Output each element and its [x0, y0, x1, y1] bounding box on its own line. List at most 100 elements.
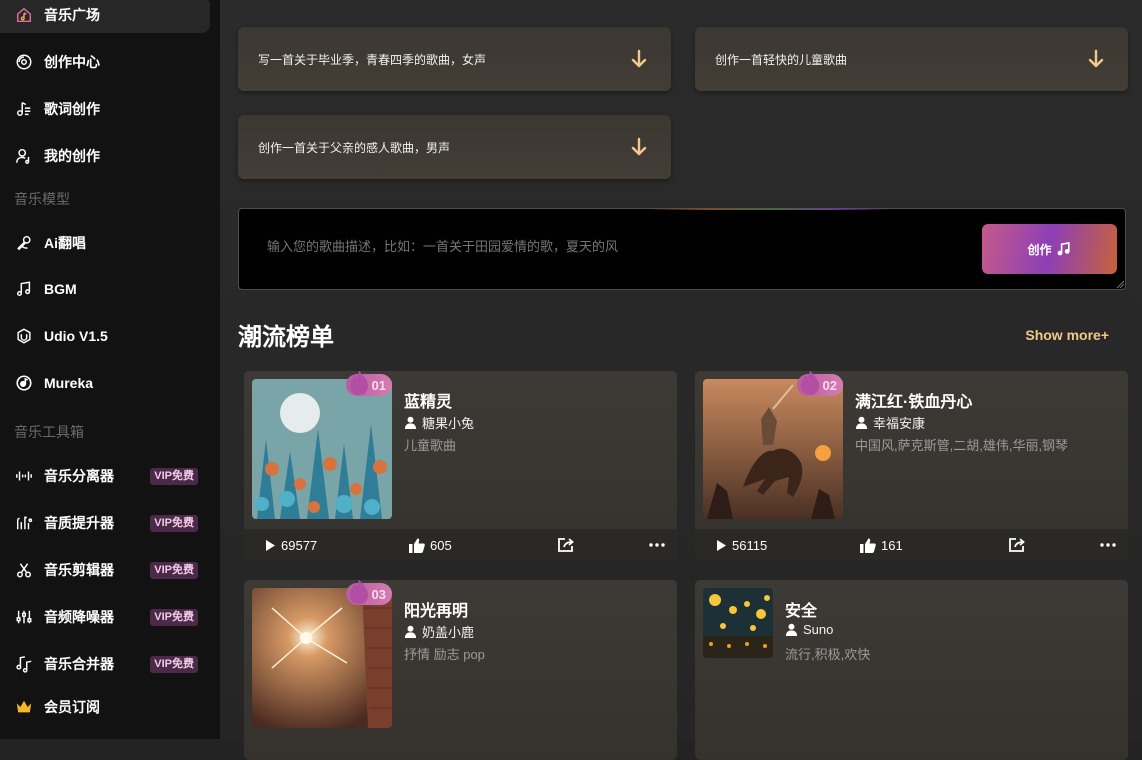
song-tags: 抒情 励志 pop — [404, 647, 485, 662]
rank-badge: 02 — [797, 371, 843, 396]
sidebar-item-label: 音乐分离器 — [44, 468, 114, 484]
author-name: 奶盖小鹿 — [422, 625, 475, 640]
more-icon — [1100, 543, 1116, 547]
sidebar: 音乐广场 创作中心 歌词创作 我的创作 音乐模型 Ai翻唱 BGM Udio V… — [0, 0, 220, 739]
author-name: 糖果小兔 — [422, 416, 475, 431]
equalizer-icon — [14, 607, 34, 627]
user-music-icon — [14, 146, 34, 166]
sidebar-item-label: 音乐广场 — [44, 7, 100, 23]
like-button[interactable]: 605 — [409, 529, 452, 561]
like-button[interactable]: 161 — [860, 529, 903, 561]
share-button[interactable] — [557, 529, 580, 561]
like-count: 605 — [430, 537, 452, 553]
song-author[interactable]: 糖果小兔 — [404, 413, 474, 432]
vip-free-badge: VIP免费 — [150, 514, 198, 532]
play-icon — [266, 539, 275, 551]
disc-icon — [14, 52, 34, 72]
music-note-icon — [1057, 242, 1070, 256]
sidebar-item-merger[interactable]: 音乐合并器 VIP免费 — [0, 646, 210, 682]
sidebar-item-label: Mureka — [44, 375, 94, 391]
song-tags: 中国风,萨克斯管,二胡,雄伟,华丽,钢琴 — [855, 438, 1069, 453]
sidebar-item-label: 会员订阅 — [44, 699, 100, 715]
share-icon — [1009, 538, 1025, 552]
sidebar-item-label: Ai翻唱 — [44, 235, 86, 251]
song-title[interactable]: 满江红·铁血丹心 — [855, 388, 972, 412]
sidebar-item-mureka[interactable]: Mureka — [0, 365, 210, 401]
user-icon — [404, 416, 417, 429]
song-title[interactable]: 蓝精灵 — [404, 388, 452, 412]
sidebar-item-music-plaza[interactable]: 音乐广场 — [0, 0, 210, 33]
play-button[interactable]: 69577 — [264, 529, 317, 561]
arrow-down-icon — [631, 49, 647, 68]
suggestion-text: 创作一首轻快的儿童歌曲 — [715, 52, 848, 67]
share-icon — [558, 538, 574, 552]
song-card[interactable]: 01 蓝精灵 糖果小兔 儿童歌曲 69577 605 — [244, 371, 677, 561]
sidebar-item-separator[interactable]: 音乐分离器 VIP免费 — [0, 458, 210, 494]
share-button[interactable] — [1008, 529, 1031, 561]
ranking-title: 潮流榜单 — [238, 324, 334, 351]
sidebar-item-editor[interactable]: 音乐剪辑器 VIP免费 — [0, 552, 210, 588]
prompt-box: 创作 — [238, 208, 1126, 290]
sidebar-item-create-center[interactable]: 创作中心 — [0, 44, 210, 80]
cover-image — [252, 588, 392, 728]
vip-free-badge: VIP免费 — [150, 467, 198, 485]
section-title-models: 音乐模型 — [14, 191, 70, 207]
play-button[interactable]: 56115 — [715, 529, 767, 561]
more-button[interactable] — [649, 529, 670, 561]
resize-grip-icon[interactable] — [1116, 280, 1124, 288]
more-button[interactable] — [1100, 529, 1121, 561]
mureka-icon — [14, 373, 34, 393]
arrow-down-icon — [631, 137, 647, 156]
merge-icon — [14, 654, 34, 674]
card-actions: 69577 605 — [244, 529, 677, 561]
create-button-label: 创作 — [1027, 242, 1052, 257]
suggestion-text: 写一首关于毕业季，青春四季的歌曲，女声 — [258, 52, 487, 67]
suggestion-card[interactable]: 创作一首关于父亲的感人歌曲，男声 — [238, 115, 671, 179]
home-music-icon — [14, 5, 34, 25]
user-icon — [855, 416, 868, 429]
suggestion-card[interactable]: 写一首关于毕业季，青春四季的歌曲，女声 — [238, 27, 671, 91]
song-author[interactable]: 幸福安康 — [855, 413, 925, 432]
song-author[interactable]: 奶盖小鹿 — [404, 622, 474, 641]
song-description-input[interactable] — [267, 239, 947, 254]
play-count: 69577 — [281, 537, 318, 553]
rank-number: 03 — [371, 586, 386, 602]
more-icon — [649, 543, 665, 547]
vip-free-badge: VIP免费 — [150, 608, 198, 626]
vip-free-badge: VIP免费 — [150, 655, 198, 673]
sidebar-item-ai-cover[interactable]: Ai翻唱 — [0, 225, 210, 261]
sidebar-item-lyrics[interactable]: 歌词创作 — [0, 91, 210, 127]
song-card[interactable]: 03 阳光再明 奶盖小鹿 抒情 励志 pop — [244, 580, 677, 760]
user-icon — [404, 625, 417, 638]
sidebar-item-udio[interactable]: Udio V1.5 — [0, 318, 210, 354]
author-name: 幸福安康 — [873, 416, 926, 431]
sidebar-item-label: 我的创作 — [44, 148, 100, 164]
section-title-tools: 音乐工具箱 — [14, 424, 84, 440]
fire-icon — [350, 580, 368, 604]
card-actions: 56115 161 — [695, 529, 1128, 561]
show-more-link[interactable]: Show more+ — [1025, 327, 1109, 343]
sidebar-item-label: BGM — [44, 281, 77, 297]
sidebar-item-my-creations[interactable]: 我的创作 — [0, 138, 210, 174]
sidebar-item-quality[interactable]: 音质提升器 VIP免费 — [0, 505, 210, 541]
song-card[interactable]: 02 满江红·铁血丹心 幸福安康 中国风,萨克斯管,二胡,雄伟,华丽,钢琴 56… — [695, 371, 1128, 561]
sidebar-item-denoise[interactable]: 音频降噪器 VIP免费 — [0, 599, 210, 635]
song-card[interactable]: 安全 Suno 流行,积极,欢快 — [695, 580, 1128, 760]
sidebar-item-label: 音乐剪辑器 — [44, 562, 114, 578]
rank-badge: 03 — [346, 580, 392, 605]
lyrics-icon — [14, 99, 34, 119]
song-title[interactable]: 安全 — [785, 597, 817, 621]
crown-icon — [14, 697, 34, 717]
sidebar-item-vip-subscription[interactable]: 会员订阅 — [0, 689, 210, 725]
suggestion-card[interactable]: 创作一首轻快的儿童歌曲 — [695, 27, 1128, 91]
sidebar-item-label: 歌词创作 — [44, 101, 100, 117]
sidebar-item-label: 音频降噪器 — [44, 609, 114, 625]
song-author[interactable]: Suno — [785, 622, 833, 637]
cover-image — [252, 379, 392, 519]
song-title[interactable]: 阳光再明 — [404, 597, 468, 621]
cover-image — [703, 588, 773, 658]
sidebar-item-bgm[interactable]: BGM — [0, 271, 210, 307]
waveform-icon — [14, 466, 34, 486]
scissors-icon — [14, 560, 34, 580]
create-button[interactable]: 创作 — [982, 224, 1117, 274]
